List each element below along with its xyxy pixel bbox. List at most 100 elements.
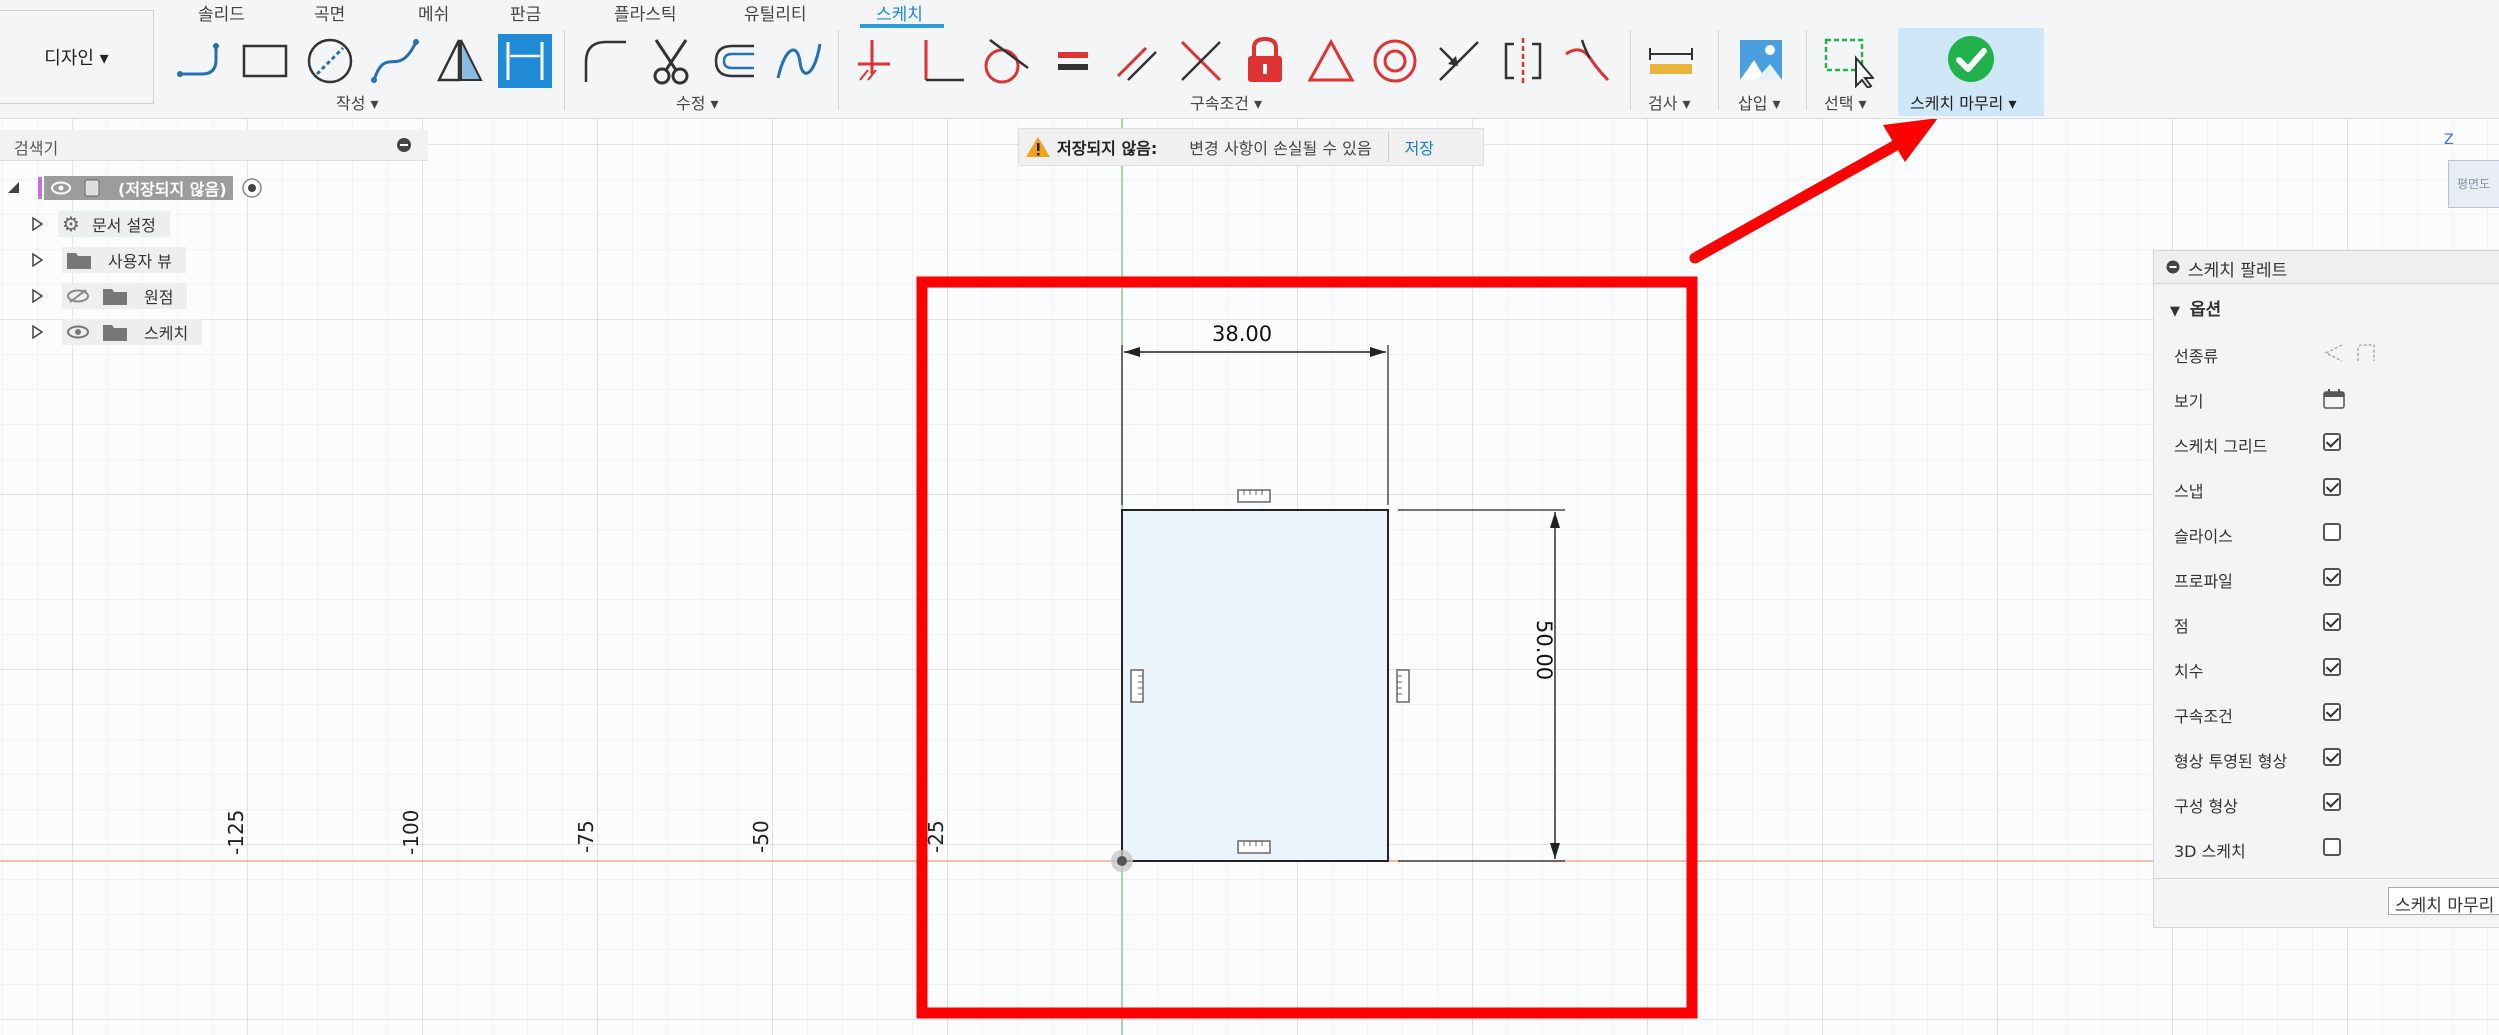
curvature-constraint-icon[interactable] — [1560, 34, 1614, 88]
z-axis-label: Z — [2444, 132, 2454, 148]
workspace-switcher[interactable]: 디자인 ▾ — [0, 10, 154, 104]
triangle-constraint-icon[interactable] — [1304, 34, 1358, 88]
centerline-linetype-icon[interactable] — [2354, 341, 2378, 365]
caret-down-icon[interactable] — [6, 180, 22, 196]
vertical-constraint-icon[interactable] — [1130, 669, 1144, 703]
tangent-constraint-icon[interactable] — [980, 34, 1034, 88]
modify-group-label[interactable]: 수정 ▾ — [676, 90, 719, 114]
width-dimension-value[interactable]: 38.00 — [1212, 322, 1272, 346]
palette-row-3d-sketch: 3D 스케치 — [2174, 842, 2246, 861]
separator — [1718, 30, 1719, 110]
mirror-tool-icon[interactable] — [433, 34, 487, 88]
slice-checkbox[interactable] — [2323, 523, 2341, 541]
select-group-label[interactable]: 선택 ▾ — [1824, 90, 1867, 114]
gear-icon: ⚙ — [62, 212, 80, 236]
concentric-constraint-icon[interactable] — [1368, 34, 1422, 88]
spline-tool-icon[interactable] — [368, 34, 422, 88]
horizontal-constraint-icon[interactable] — [1237, 840, 1271, 854]
construction-linetype-icon[interactable] — [2322, 341, 2346, 365]
trim-scissors-icon[interactable] — [644, 34, 698, 88]
save-link[interactable]: 저장 — [1405, 135, 1434, 159]
palette-finish-sketch-button[interactable]: 스케치 마무리 — [2388, 887, 2499, 915]
browser-panel-header[interactable]: 검색기 — [0, 130, 428, 161]
symmetry-constraint-icon[interactable] — [1496, 34, 1550, 88]
3d-sketch-checkbox[interactable] — [2323, 838, 2341, 856]
points-checkbox[interactable] — [2323, 613, 2341, 631]
profile-checkbox[interactable] — [2323, 568, 2341, 586]
look-at-icon[interactable] — [2322, 388, 2346, 410]
insert-image-icon[interactable] — [1734, 34, 1788, 88]
ruler-label: -125 — [224, 809, 248, 855]
create-group-label[interactable]: 작성 ▾ — [336, 90, 379, 114]
eye-hidden-icon[interactable] — [66, 288, 90, 304]
options-section-label: 옵션 — [2189, 300, 2222, 320]
fix-constraint-icon[interactable] — [852, 34, 906, 88]
tree-item-sketch[interactable]: 스케치 — [30, 318, 203, 346]
horizontal-constraint-icon[interactable] — [1237, 489, 1271, 503]
midpoint-constraint-icon[interactable] — [1432, 34, 1486, 88]
dimensions-checkbox[interactable] — [2323, 658, 2341, 676]
collapse-panel-icon[interactable] — [2166, 260, 2180, 274]
activate-radio-icon[interactable] — [241, 177, 263, 199]
construction-geometry-checkbox[interactable] — [2323, 793, 2341, 811]
document-icon — [84, 179, 100, 197]
snap-checkbox[interactable] — [2323, 478, 2341, 496]
palette-row-constraints: 구속조건 — [2174, 707, 2233, 726]
height-dimension[interactable] — [1398, 509, 1565, 862]
dimension-tool-icon[interactable] — [498, 34, 552, 88]
unsaved-text: 변경 사항이 손실될 수 있음 — [1189, 139, 1372, 158]
select-window-icon[interactable] — [1820, 34, 1874, 88]
options-section-header[interactable]: ▼ 옵션 — [2170, 295, 2221, 320]
collapse-panel-icon[interactable] — [396, 137, 412, 153]
warning-icon — [1026, 137, 1050, 157]
curve-tool-icon[interactable] — [772, 34, 826, 88]
finish-sketch-button[interactable]: 스케치 마무리 ▾ — [1898, 28, 2044, 116]
vertical-constraint-icon[interactable] — [1396, 669, 1410, 703]
caret-right-icon[interactable] — [30, 252, 44, 268]
line-tool-icon[interactable] — [172, 34, 226, 88]
tree-item-user-views[interactable]: 사용자 뷰 — [30, 246, 186, 274]
ruler-label: -75 — [574, 820, 598, 853]
caret-right-icon[interactable] — [30, 288, 44, 304]
offset-tool-icon[interactable] — [708, 34, 762, 88]
tree-item-origin[interactable]: 원점 — [30, 282, 188, 310]
equal-constraint-icon[interactable] — [1046, 34, 1100, 88]
viewcube[interactable]: Z 평면도 — [2440, 132, 2499, 212]
height-dimension-value[interactable]: 50.00 — [1532, 620, 1556, 680]
constraints-group-label[interactable]: 구속조건 ▾ — [1190, 90, 1262, 114]
fillet-tool-icon[interactable] — [578, 34, 632, 88]
sketch-grid-checkbox[interactable] — [2323, 433, 2341, 451]
inspect-group-label[interactable]: 검사 ▾ — [1648, 90, 1691, 114]
tab-utility[interactable]: 유틸리티 — [744, 0, 807, 25]
insert-group-label[interactable]: 삽입 ▾ — [1738, 90, 1781, 114]
caret-right-icon[interactable] — [30, 324, 44, 340]
palette-header[interactable]: 스케치 팔레트 — [2154, 251, 2499, 284]
tab-sketch[interactable]: 스케치 — [876, 0, 923, 25]
sketch-rectangle[interactable] — [1121, 509, 1389, 862]
tree-root[interactable]: (저장되지 않음) — [0, 174, 263, 202]
caret-right-icon[interactable] — [30, 216, 44, 232]
parallel-constraint-icon[interactable] — [1110, 34, 1164, 88]
tab-mesh[interactable]: 메쉬 — [418, 0, 449, 25]
projected-geometry-checkbox[interactable] — [2323, 748, 2341, 766]
tab-plastic[interactable]: 플라스틱 — [614, 0, 677, 25]
circle-tool-icon[interactable] — [303, 34, 357, 88]
palette-row-points: 점 — [2174, 617, 2189, 636]
palette-row-linetype: 선종류 — [2174, 347, 2219, 366]
rectangle-tool-icon[interactable] — [238, 34, 292, 88]
tab-solid[interactable]: 솔리드 — [198, 0, 245, 25]
constraints-checkbox[interactable] — [2323, 703, 2341, 721]
tree-item-document-settings[interactable]: ⚙ 문서 설정 — [30, 210, 170, 238]
active-marker — [38, 177, 42, 199]
tab-surface[interactable]: 곡면 — [314, 0, 345, 25]
measure-icon[interactable] — [1644, 34, 1698, 88]
eye-icon[interactable] — [66, 324, 90, 340]
lock-icon[interactable] — [1238, 34, 1292, 88]
tab-sheet-metal[interactable]: 판금 — [510, 0, 541, 25]
eye-icon[interactable] — [50, 180, 72, 196]
perpendicular-constraint-icon[interactable] — [916, 34, 970, 88]
coincident-constraint-icon[interactable] — [1174, 34, 1228, 88]
width-dimension[interactable] — [1121, 345, 1389, 505]
check-circle-icon — [1948, 36, 1994, 82]
viewcube-face[interactable]: 평면도 — [2448, 160, 2499, 208]
